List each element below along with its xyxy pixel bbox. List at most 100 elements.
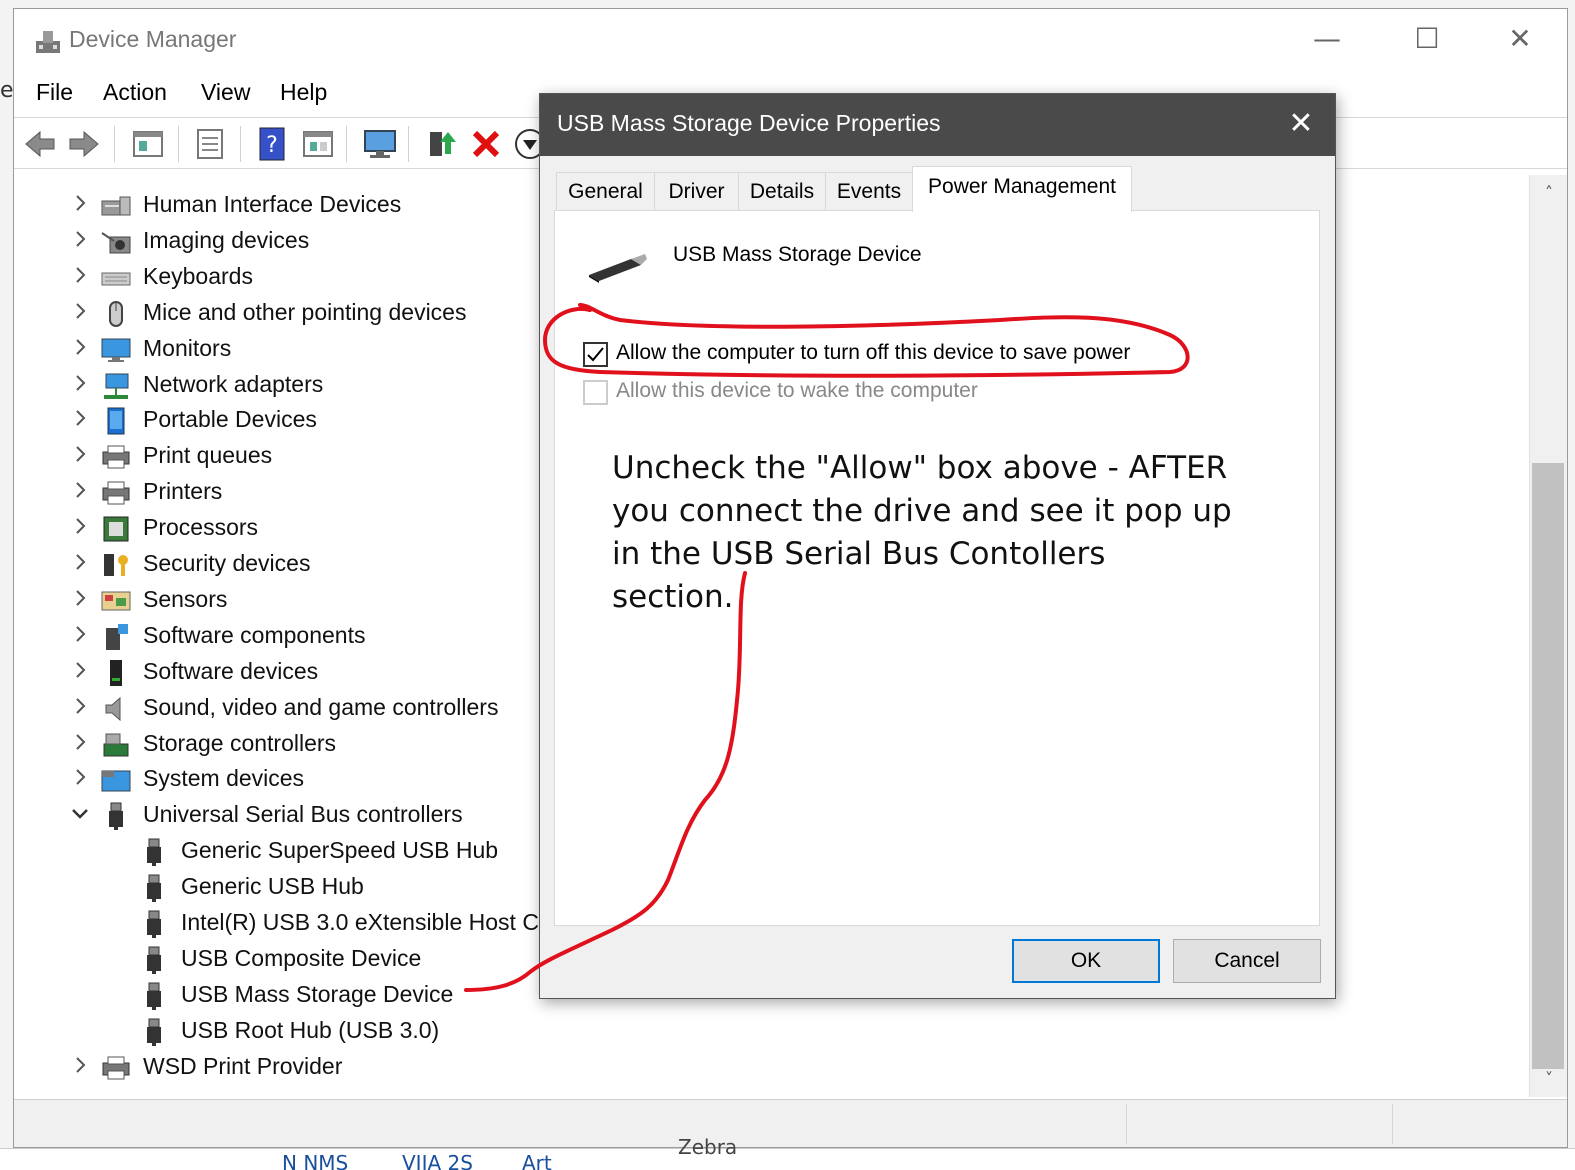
scrollbar-thumb[interactable]	[1532, 463, 1564, 1069]
tree-category[interactable]: WSD Print Provider	[18, 1051, 1518, 1085]
expand-chevron-icon[interactable]	[70, 229, 90, 249]
expand-chevron-icon[interactable]	[70, 660, 90, 680]
forward-icon[interactable]	[66, 126, 102, 162]
tree-item-label: Storage controllers	[143, 729, 337, 756]
uninstall-icon[interactable]	[468, 126, 504, 162]
printer-icon	[102, 481, 130, 505]
properties-dialog: USB Mass Storage Device Properties ✕ Gen…	[539, 93, 1336, 999]
status-bar	[14, 1099, 1567, 1147]
allow-power-off-checkbox[interactable]	[583, 342, 608, 367]
minimize-button[interactable]: —	[1304, 19, 1350, 59]
expand-chevron-icon[interactable]	[70, 480, 90, 500]
security-icon	[104, 554, 128, 576]
background-text-fragment: N NMS	[282, 1151, 349, 1170]
toolbar-separator	[408, 126, 409, 162]
expand-chevron-icon[interactable]	[70, 696, 90, 716]
maximize-button[interactable]: ☐	[1404, 19, 1450, 59]
scroll-down-icon[interactable]: ˅	[1539, 1069, 1559, 1089]
status-separator	[1392, 1104, 1393, 1144]
show-hidden-icon[interactable]	[300, 126, 336, 162]
power-management-panel: USB Mass Storage Device Allow the comput…	[554, 210, 1320, 926]
collapse-chevron-icon[interactable]	[70, 803, 90, 823]
tree-item-label: USB Root Hub (USB 3.0)	[181, 1016, 440, 1043]
allow-wake-checkbox	[583, 380, 608, 405]
dialog-close-button[interactable]: ✕	[1281, 104, 1321, 144]
menu-help[interactable]: Help	[280, 79, 327, 106]
tree-item-label: Generic USB Hub	[181, 873, 364, 900]
update-driver-icon[interactable]	[192, 126, 228, 162]
tree-item-label: WSD Print Provider	[143, 1052, 343, 1079]
background-text-fragment: Zebra	[678, 1135, 738, 1159]
dialog-title-bar[interactable]: USB Mass Storage Device Properties ✕	[540, 94, 1335, 156]
tab-driver[interactable]: Driver	[654, 172, 739, 211]
camera-icon	[101, 232, 131, 254]
expand-chevron-icon[interactable]	[70, 444, 90, 464]
scroll-up-icon[interactable]: ˄	[1539, 183, 1559, 203]
tab-events[interactable]: Events	[825, 172, 913, 211]
tab-general[interactable]: General	[556, 172, 655, 211]
tree-item-label: Generic SuperSpeed USB Hub	[181, 837, 499, 864]
tree-item-label: Software components	[143, 621, 366, 648]
tree-item-label: Human Interface Devices	[143, 191, 402, 217]
expand-chevron-icon[interactable]	[70, 624, 90, 644]
tree-item-label: System devices	[143, 765, 305, 792]
tree-item-label: USB Composite Device	[181, 944, 422, 971]
background-text-fragment: Art	[522, 1151, 552, 1170]
back-icon[interactable]	[22, 126, 58, 162]
expand-chevron-icon[interactable]	[70, 265, 90, 285]
expand-chevron-icon[interactable]	[70, 588, 90, 608]
expand-chevron-icon[interactable]	[70, 1055, 90, 1075]
system-icon	[101, 770, 131, 792]
window-title: Device Manager	[69, 26, 237, 52]
expand-chevron-icon[interactable]	[70, 516, 90, 536]
tree-item-label: Keyboards	[143, 262, 253, 289]
printer-icon	[102, 1056, 130, 1080]
title-bar[interactable]: Device Manager — ☐ ✕	[14, 9, 1567, 71]
checkmark-icon	[587, 347, 604, 362]
expand-chevron-icon[interactable]	[70, 732, 90, 752]
usb-icon	[147, 874, 161, 903]
toolbar-separator	[178, 126, 179, 162]
usb-device-icon	[589, 254, 647, 283]
expand-chevron-icon[interactable]	[70, 552, 90, 572]
tree-item-label: Sound, video and game controllers	[143, 693, 499, 720]
background-text-fragment: VJIA 2S	[402, 1151, 473, 1170]
usb-icon	[147, 946, 161, 974]
tree-item-label: Sensors	[143, 585, 228, 612]
processor-icon	[103, 516, 129, 542]
add-driver-icon[interactable]	[424, 126, 460, 162]
allow-wake-label: Allow this device to wake the computer	[616, 379, 978, 402]
tab-power-management[interactable]: Power Management	[912, 166, 1132, 212]
tree-item-label: Intel(R) USB 3.0 eXtensible Host Co	[181, 909, 552, 935]
cancel-button[interactable]: Cancel	[1173, 939, 1321, 983]
vertical-scrollbar[interactable]: ˄ ˅	[1529, 175, 1567, 1097]
tree-item-label: Imaging devices	[143, 226, 310, 253]
expand-chevron-icon[interactable]	[70, 373, 90, 393]
ok-button[interactable]: OK	[1012, 939, 1160, 983]
expand-chevron-icon[interactable]	[70, 193, 90, 213]
properties-icon[interactable]	[130, 126, 166, 162]
tree-item-label: Mice and other pointing devices	[143, 298, 467, 325]
svg-text:?: ?	[266, 133, 278, 158]
menu-file[interactable]: File	[36, 79, 73, 106]
menu-view[interactable]: View	[201, 79, 250, 106]
tree-item-label: Print queues	[143, 442, 273, 469]
software-device-icon	[110, 659, 122, 686]
help-icon[interactable]: ?	[254, 126, 290, 162]
expand-chevron-icon[interactable]	[70, 408, 90, 428]
close-button[interactable]: ✕	[1497, 19, 1543, 59]
scan-hardware-icon[interactable]	[362, 126, 398, 162]
tree-device[interactable]: USB Root Hub (USB 3.0)	[18, 1015, 1518, 1049]
menu-action[interactable]: Action	[103, 79, 167, 106]
mouse-icon	[109, 300, 123, 327]
dialog-title: USB Mass Storage Device Properties	[557, 110, 941, 136]
expand-chevron-icon[interactable]	[70, 337, 90, 357]
keyboard-icon	[101, 272, 131, 286]
tree-item-label: Portable Devices	[143, 406, 317, 433]
tab-details[interactable]: Details	[738, 172, 826, 211]
expand-chevron-icon[interactable]	[70, 767, 90, 787]
sensor-icon	[101, 591, 131, 611]
annotation-line: you connect the drive and see it pop up	[612, 493, 1232, 529]
tree-item-label: Network adapters	[143, 370, 324, 397]
expand-chevron-icon[interactable]	[70, 301, 90, 321]
